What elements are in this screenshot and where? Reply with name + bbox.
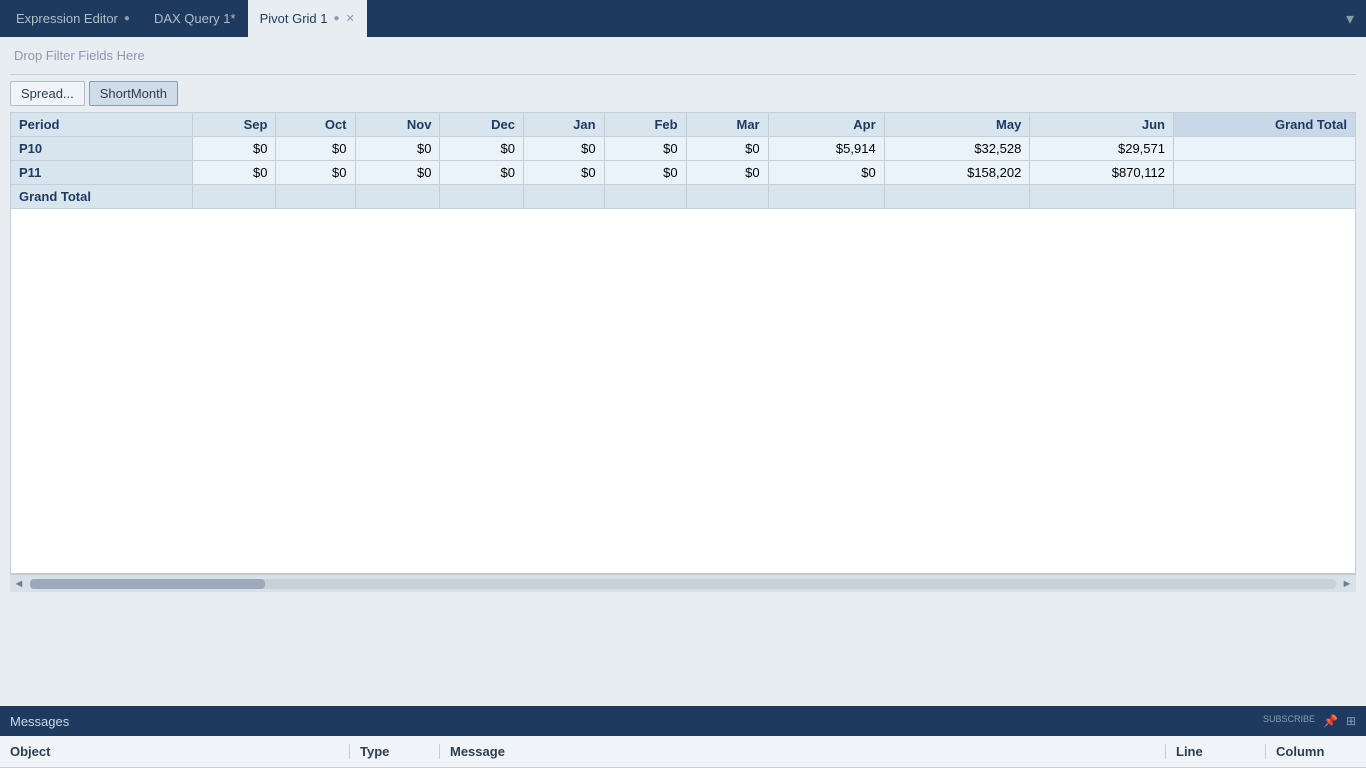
p11-sep: $0 — [192, 161, 276, 185]
p10-may: $32,528 — [884, 137, 1030, 161]
tab-pivot-grid-label: Pivot Grid 1 — [260, 11, 328, 26]
tab-expression-editor[interactable]: Expression Editor ● — [4, 0, 142, 37]
col-header-feb: Feb — [604, 113, 686, 137]
pin-icon-pivot-grid: ● — [334, 13, 340, 24]
shortmonth-button[interactable]: ShortMonth — [89, 81, 178, 106]
p11-mar: $0 — [686, 161, 768, 185]
messages-col-type: Type — [350, 744, 440, 759]
col-header-jan: Jan — [524, 113, 605, 137]
tab-pivot-grid[interactable]: Pivot Grid 1 ● ✕ — [248, 0, 367, 37]
col-header-dec: Dec — [440, 113, 524, 137]
p10-dec: $0 — [440, 137, 524, 161]
close-icon-pivot-grid[interactable]: ✕ — [346, 12, 355, 25]
grand-total-val — [1173, 185, 1355, 209]
messages-panel-icons: SUBSCRIBE 📌 ⊞ — [1263, 714, 1356, 728]
p10-oct: $0 — [276, 137, 355, 161]
field-buttons-row: Spread... ShortMonth — [10, 81, 1356, 106]
row-period-p11: P11 — [11, 161, 193, 185]
p10-sep: $0 — [192, 137, 276, 161]
grand-total-apr — [768, 185, 884, 209]
col-header-grand-total: Grand Total — [1173, 113, 1355, 137]
grand-total-feb — [604, 185, 686, 209]
col-header-apr: Apr — [768, 113, 884, 137]
messages-table-header: Object Type Message Line Column — [0, 736, 1366, 768]
messages-col-object: Object — [0, 744, 350, 759]
p10-jan: $0 — [524, 137, 605, 161]
horizontal-scrollbar[interactable]: ◄ ► — [10, 574, 1356, 592]
table-row: Grand Total — [11, 185, 1356, 209]
grand-total-oct — [276, 185, 355, 209]
row-grand-total-label: Grand Total — [11, 185, 193, 209]
app-window: Expression Editor ● DAX Query 1* Pivot G… — [0, 0, 1366, 768]
p11-may: $158,202 — [884, 161, 1030, 185]
messages-col-column: Column — [1266, 744, 1366, 759]
messages-expand-icon[interactable]: ⊞ — [1346, 714, 1356, 728]
p11-nov: $0 — [355, 161, 440, 185]
messages-col-line: Line — [1166, 744, 1266, 759]
p10-mar: $0 — [686, 137, 768, 161]
p10-jun: $29,571 — [1030, 137, 1174, 161]
messages-pin-icon[interactable]: 📌 — [1323, 714, 1338, 728]
table-row: P10 $0 $0 $0 $0 $0 $0 $0 $5,914 $32,528 … — [11, 137, 1356, 161]
p10-feb: $0 — [604, 137, 686, 161]
p11-oct: $0 — [276, 161, 355, 185]
tab-dax-query[interactable]: DAX Query 1* — [142, 0, 248, 37]
col-header-sep: Sep — [192, 113, 276, 137]
spread-button[interactable]: Spread... — [10, 81, 85, 106]
messages-panel-wrapper: Messages SUBSCRIBE 📌 ⊞ Object Type Messa… — [0, 706, 1366, 768]
scroll-right-arrow[interactable]: ► — [1340, 578, 1354, 590]
empty-content-area — [10, 209, 1356, 574]
grand-total-dec — [440, 185, 524, 209]
pivot-header-row: Period Sep Oct Nov Dec Jan Feb Mar Apr M… — [11, 113, 1356, 137]
subscribe-watermark: SUBSCRIBE — [1263, 714, 1315, 728]
p10-apr: $5,914 — [768, 137, 884, 161]
pin-icon-expression-editor: ● — [124, 13, 130, 24]
drop-filter-label: Drop Filter Fields Here — [14, 48, 145, 63]
title-bar-chevron[interactable]: ▾ — [1346, 9, 1362, 29]
p11-grand-total — [1173, 161, 1355, 185]
table-row: P11 $0 $0 $0 $0 $0 $0 $0 $0 $158,202 $87… — [11, 161, 1356, 185]
pivot-table: Period Sep Oct Nov Dec Jan Feb Mar Apr M… — [10, 112, 1356, 209]
grand-total-may — [884, 185, 1030, 209]
col-header-oct: Oct — [276, 113, 355, 137]
grand-total-sep — [192, 185, 276, 209]
scrollbar-thumb[interactable] — [30, 579, 265, 589]
p10-nov: $0 — [355, 137, 440, 161]
scrollbar-track[interactable] — [30, 579, 1336, 589]
col-header-mar: Mar — [686, 113, 768, 137]
main-content: Drop Filter Fields Here Spread... ShortM… — [0, 37, 1366, 706]
messages-title: Messages — [10, 714, 69, 729]
messages-panel-header: Messages SUBSCRIBE 📌 ⊞ — [0, 706, 1366, 736]
p11-jun: $870,112 — [1030, 161, 1174, 185]
p10-grand-total — [1173, 137, 1355, 161]
grand-total-jan — [524, 185, 605, 209]
scroll-left-arrow[interactable]: ◄ — [12, 578, 26, 590]
grand-total-jun — [1030, 185, 1174, 209]
pivot-section: Period Sep Oct Nov Dec Jan Feb Mar Apr M… — [10, 112, 1356, 574]
tab-dax-query-label: DAX Query 1* — [154, 11, 236, 26]
p11-dec: $0 — [440, 161, 524, 185]
grand-total-nov — [355, 185, 440, 209]
col-header-may: May — [884, 113, 1030, 137]
p11-feb: $0 — [604, 161, 686, 185]
col-header-nov: Nov — [355, 113, 440, 137]
title-bar: Expression Editor ● DAX Query 1* Pivot G… — [0, 0, 1366, 37]
col-header-jun: Jun — [1030, 113, 1174, 137]
drop-filter-bar: Drop Filter Fields Here — [10, 37, 1356, 75]
p11-apr: $0 — [768, 161, 884, 185]
col-header-period: Period — [11, 113, 193, 137]
row-period-p10: P10 — [11, 137, 193, 161]
p11-jan: $0 — [524, 161, 605, 185]
tab-expression-editor-label: Expression Editor — [16, 11, 118, 26]
grand-total-mar — [686, 185, 768, 209]
messages-col-message: Message — [440, 744, 1166, 759]
